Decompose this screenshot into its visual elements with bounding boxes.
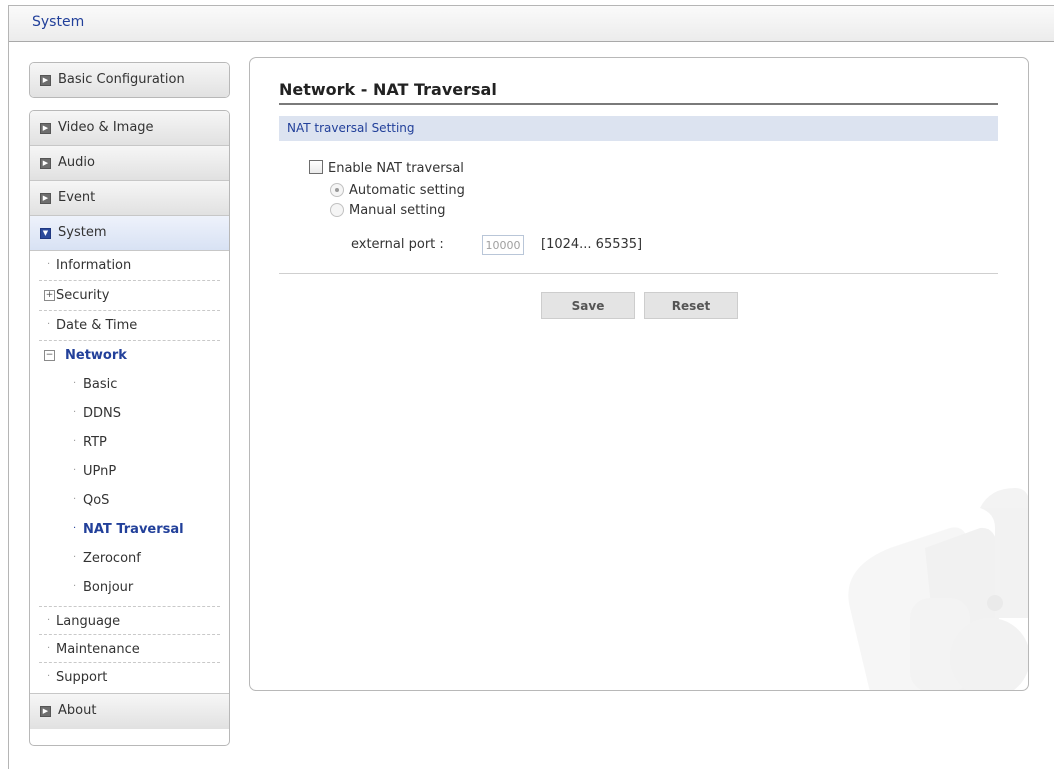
sidebar-item-network-upnp[interactable]: · UPnP (30, 458, 220, 487)
manual-setting-radio[interactable] (330, 203, 344, 217)
menu-audio-label: Audio (58, 155, 95, 170)
network-item-label: Basic (83, 377, 118, 392)
sidebar-item-security-label: Security (56, 288, 110, 303)
bullet-icon: · (73, 581, 77, 592)
page-title: Network - NAT Traversal (279, 80, 497, 99)
bullet-icon: · (73, 465, 77, 476)
network-item-label: Bonjour (83, 580, 134, 595)
sidebar-item-network-basic[interactable]: · Basic (30, 371, 220, 400)
sidebar-item-date-time-label: Date & Time (56, 318, 138, 333)
sidebar-item-network[interactable]: − Network (39, 341, 220, 371)
bullet-icon: · (73, 552, 77, 563)
sidebar-item-language[interactable]: · Language (39, 607, 220, 635)
form-divider (279, 273, 998, 274)
collapse-minus-icon[interactable]: − (44, 350, 55, 361)
network-submenu: · Basic · DDNS · RTP · UPnP · QoS · NAT … (39, 371, 220, 607)
camera-watermark-icon (848, 488, 1028, 690)
menu-system-label: System (58, 225, 107, 240)
expand-plus-icon[interactable]: + (44, 290, 55, 301)
sidebar-item-information[interactable]: · Information (39, 251, 220, 281)
manual-setting-label: Manual setting (349, 203, 446, 218)
system-submenu: · Information + Security · Date & Time −… (30, 251, 229, 694)
title-divider (279, 103, 998, 105)
automatic-setting-radio[interactable] (330, 183, 344, 197)
reset-button[interactable]: Reset (644, 292, 738, 319)
sidebar-item-network-label: Network (65, 348, 127, 363)
expand-arrow-icon: ▶ (40, 75, 51, 86)
save-button[interactable]: Save (541, 292, 635, 319)
menu-event-label: Event (58, 190, 96, 205)
sidebar-item-maintenance[interactable]: · Maintenance (39, 635, 220, 663)
enable-nat-traversal-checkbox[interactable] (309, 160, 323, 174)
sidebar-item-network-zeroconf[interactable]: · Zeroconf (30, 545, 220, 574)
menu-video-image[interactable]: ▶ Video & Image (30, 111, 229, 146)
network-item-label: RTP (83, 435, 107, 450)
sidebar-item-network-qos[interactable]: · QoS (30, 487, 220, 516)
sidebar-item-maintenance-label: Maintenance (56, 642, 140, 657)
sidebar-item-support[interactable]: · Support (39, 663, 220, 693)
sidebar-item-information-label: Information (56, 258, 132, 273)
bullet-icon: · (47, 259, 51, 270)
expand-arrow-icon: ▶ (40, 123, 51, 134)
section-header: NAT traversal Setting (279, 116, 998, 141)
network-item-label: QoS (83, 493, 110, 508)
network-item-label: NAT Traversal (83, 522, 184, 537)
external-port-label: external port : (351, 237, 444, 252)
bullet-icon: · (47, 643, 51, 654)
menu-event[interactable]: ▶ Event (30, 181, 229, 216)
sidebar-item-date-time[interactable]: · Date & Time (39, 311, 220, 341)
basic-configuration-box: ▶ Basic Configuration (29, 62, 230, 98)
sidebar-item-security[interactable]: + Security (39, 281, 220, 311)
bullet-icon: · (73, 436, 77, 447)
main-panel: Network - NAT Traversal NAT traversal Se… (249, 57, 1029, 691)
collapse-arrow-icon: ▼ (40, 228, 51, 239)
top-bar: System (9, 6, 1054, 42)
sidebar-item-network-ddns[interactable]: · DDNS (30, 400, 220, 429)
menu-basic-configuration-label: Basic Configuration (58, 72, 185, 87)
section-title: NAT traversal Setting (287, 121, 415, 135)
network-item-label: Zeroconf (83, 551, 141, 566)
expand-arrow-icon: ▶ (40, 706, 51, 717)
bullet-icon: · (73, 378, 77, 389)
menu-basic-configuration[interactable]: ▶ Basic Configuration (30, 63, 229, 97)
sidebar-item-network-bonjour[interactable]: · Bonjour (30, 574, 220, 606)
main-menu-box: ▶ Video & Image ▶ Audio ▶ Event ▼ System… (29, 110, 230, 746)
bullet-icon: · (73, 407, 77, 418)
expand-arrow-icon: ▶ (40, 158, 51, 169)
menu-about-label: About (58, 703, 97, 718)
menu-audio[interactable]: ▶ Audio (30, 146, 229, 181)
network-item-label: UPnP (83, 464, 117, 479)
bullet-icon: · (47, 615, 51, 626)
expand-arrow-icon: ▶ (40, 193, 51, 204)
top-bar-title: System (32, 14, 85, 30)
network-item-label: DDNS (83, 406, 121, 421)
external-port-range: [1024... 65535] (541, 237, 643, 252)
sidebar-item-network-rtp[interactable]: · RTP (30, 429, 220, 458)
menu-system[interactable]: ▼ System (30, 216, 229, 251)
bullet-icon: · (73, 523, 77, 534)
sidebar-item-support-label: Support (56, 670, 108, 685)
menu-video-image-label: Video & Image (58, 120, 154, 135)
menu-about[interactable]: ▶ About (30, 694, 229, 729)
automatic-setting-label: Automatic setting (349, 183, 465, 198)
sidebar-item-language-label: Language (56, 614, 121, 629)
bullet-icon: · (47, 319, 51, 330)
external-port-input[interactable] (482, 235, 524, 255)
sidebar-item-network-nat-traversal[interactable]: · NAT Traversal (30, 516, 220, 545)
bullet-icon: · (47, 671, 51, 682)
bullet-icon: · (73, 494, 77, 505)
enable-nat-traversal-label: Enable NAT traversal (328, 161, 464, 176)
